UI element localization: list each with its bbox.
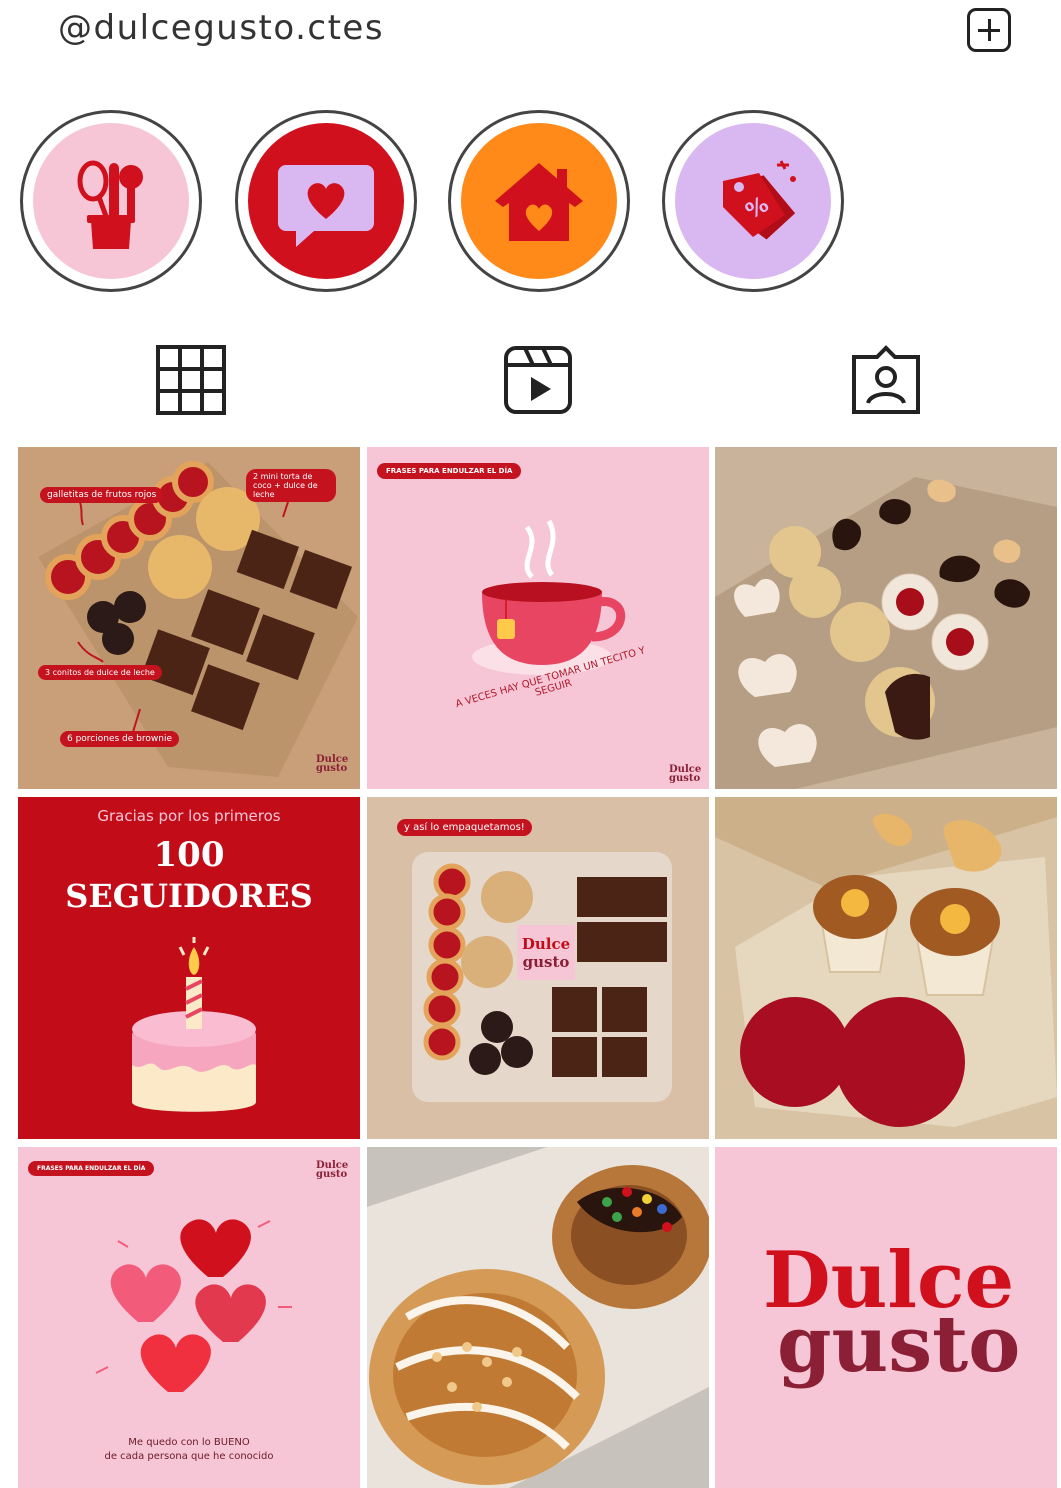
post-4-line2: 100 (153, 835, 225, 875)
post-2-logo: Dulce gusto (669, 764, 702, 784)
post-6[interactable] (715, 797, 1057, 1139)
post-9[interactable]: Dulce gusto (715, 1147, 1057, 1488)
post-3[interactable] (715, 447, 1057, 789)
story-highlights: % (0, 110, 1061, 295)
post-8[interactable] (367, 1147, 709, 1488)
add-post-button[interactable] (967, 8, 1011, 52)
post-7-caption-1: Me quedo con lo BUENO (128, 1437, 250, 1448)
tagged-person-icon[interactable] (851, 345, 921, 415)
highlight-messages[interactable] (235, 110, 417, 292)
highlight-kitchen[interactable] (20, 110, 202, 292)
discount-tag-icon: % (723, 160, 796, 240)
highlight-home[interactable] (448, 110, 630, 292)
post-4-line3: SEGUIDORES (65, 877, 313, 915)
highlight-offers[interactable]: % (662, 110, 844, 292)
post-4-line1: Gracias por los primeros (97, 807, 281, 825)
post-5[interactable]: Dulce gusto y así lo empaquetamos! (367, 797, 709, 1139)
post-2-tag: FRASES PARA ENDULZAR EL DÍA (377, 463, 522, 479)
reels-icon[interactable] (503, 345, 573, 415)
cookies-photo (715, 447, 1057, 789)
tea-cup-illustration (367, 447, 709, 789)
post-7-tag: FRASES PARA ENDULZAR EL DÍA (28, 1161, 155, 1176)
post-1[interactable]: galletitas de frutos rojos 2 mini torta … (18, 447, 360, 789)
post-4[interactable]: Gracias por los primeros 100 SEGUIDORES (18, 797, 360, 1139)
heart-message-icon (278, 165, 374, 247)
cinnamon-rolls-photo (367, 1147, 709, 1488)
profile-tabs (0, 340, 1061, 420)
svg-text:Dulce: Dulce (522, 935, 570, 953)
dessert-box-photo (715, 797, 1057, 1139)
profile-header: @dulcegusto.ctes (0, 0, 1061, 70)
packaged-sweets-photo: Dulce gusto (367, 797, 709, 1139)
post-7[interactable]: FRASES PARA ENDULZAR EL DÍA Dulce gusto … (18, 1147, 360, 1488)
profile-username[interactable]: @dulcegusto.ctes (58, 8, 384, 48)
post-9-logo-bottom: gusto (777, 1299, 1021, 1390)
kitchen-utensils-icon (77, 160, 143, 249)
label-galletitas: galletitas de frutos rojos (40, 487, 164, 503)
svg-text:gusto: gusto (523, 953, 570, 971)
post-5-label: y así lo empaquetamos! (397, 819, 532, 836)
post-7-logo: Dulce gusto (316, 1160, 349, 1180)
label-mini-torta: 2 mini torta de coco + dulce de leche (246, 469, 336, 502)
label-conitos: 3 conitos de dulce de leche (38, 665, 162, 680)
label-brownie: 6 porciones de brownie (60, 731, 179, 747)
post-2[interactable]: FRASES PARA ENDULZAR EL DÍA A VECES HAY … (367, 447, 709, 789)
grid-icon[interactable] (156, 345, 226, 415)
heart-house-icon (495, 163, 583, 241)
post-7-caption-2: de cada persona que he conocido (104, 1451, 274, 1462)
post-1-logo: Dulce gusto (316, 754, 349, 774)
